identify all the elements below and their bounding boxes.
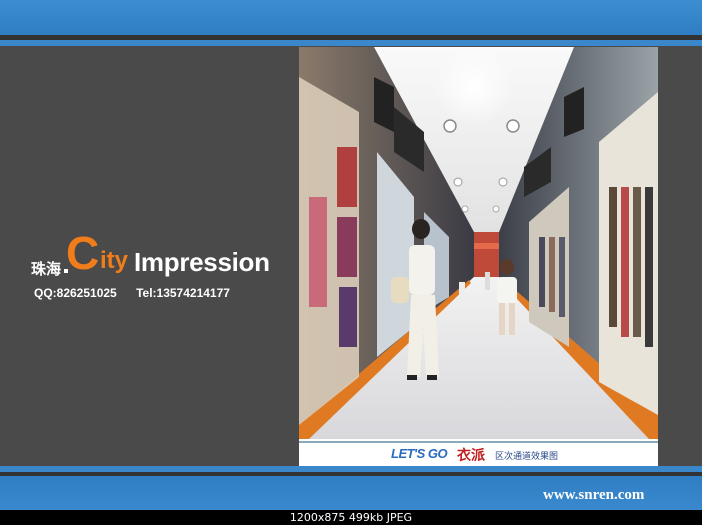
logo-big-c: C xyxy=(66,227,100,279)
caption-brand-name: 衣派 xyxy=(457,448,485,464)
lets-go-logo: LET'S GO xyxy=(391,446,448,461)
contact-line: QQ:826251025 Tel:13574214177 xyxy=(34,286,230,300)
rendering-caption-bar: LET'S GO 衣派 区次通道效果图 xyxy=(299,441,658,466)
logo-impression: Impression xyxy=(134,247,270,277)
caption-subtitle: 区次通道效果图 xyxy=(495,452,559,462)
logo-zhuhai-text: 珠海 xyxy=(31,260,62,278)
logo-ity: ity xyxy=(100,247,129,274)
poster: 珠海 C ity Impression QQ:826251025 Tel:135… xyxy=(0,0,702,510)
corridor-illustration xyxy=(299,47,658,439)
qq-number: QQ:826251025 xyxy=(34,286,117,300)
top-thin-blue-stripe xyxy=(0,40,702,46)
top-blue-band xyxy=(0,0,702,35)
image-info-caption: 1200x875 499kb JPEG xyxy=(289,511,413,524)
website-watermark: www.snren.com xyxy=(543,487,645,503)
mall-corridor-rendering: LET'S GO 衣派 区次通道效果图 xyxy=(299,47,658,466)
tel-number: Tel:13574214177 xyxy=(136,286,230,300)
